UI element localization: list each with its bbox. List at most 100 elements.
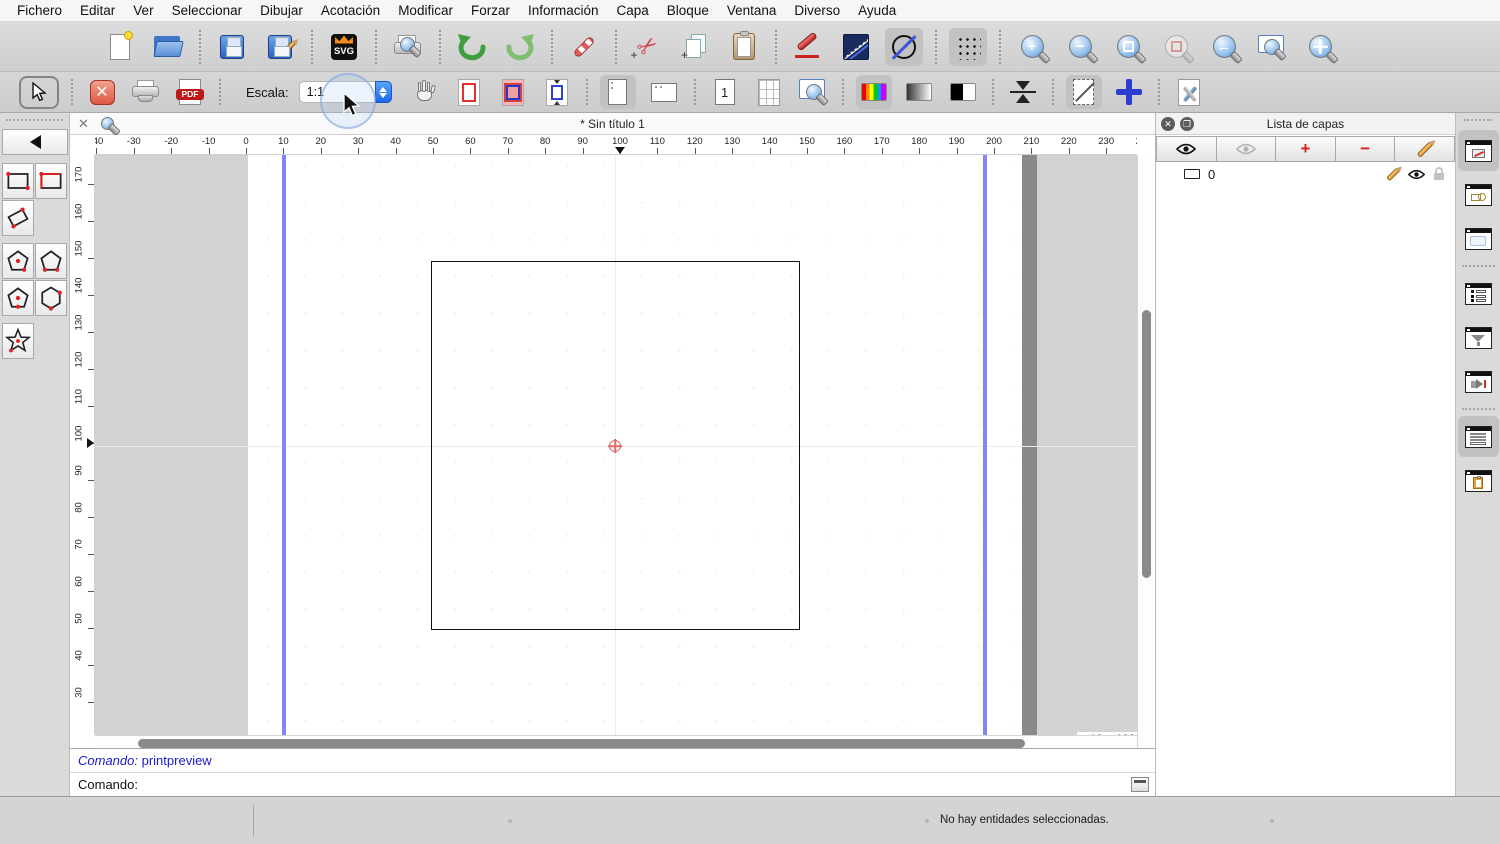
layer-edit-icon[interactable] bbox=[1386, 167, 1400, 181]
command-input[interactable]: Comando: bbox=[70, 774, 1155, 797]
redo-button[interactable] bbox=[501, 28, 539, 66]
menu-bloque[interactable]: Bloque bbox=[658, 3, 718, 18]
layer-visibility-icon[interactable] bbox=[1408, 169, 1425, 180]
dock-filter-button[interactable] bbox=[1458, 317, 1499, 358]
zoom-window-button[interactable] bbox=[1253, 28, 1291, 66]
polygon-hexagon-tool[interactable] bbox=[35, 280, 67, 316]
dock-block-list-button[interactable] bbox=[1458, 174, 1499, 215]
escala-combobox[interactable]: 1:1 bbox=[298, 81, 392, 103]
dock-drag-handle[interactable] bbox=[1464, 119, 1492, 124]
zoom-in-button[interactable]: + bbox=[1013, 28, 1051, 66]
zoom-page-button[interactable] bbox=[796, 77, 830, 107]
draw-line-button[interactable] bbox=[837, 28, 875, 66]
edit-layer-button[interactable] bbox=[1395, 136, 1455, 162]
cut-button[interactable]: ✂ + bbox=[629, 28, 667, 66]
new-document-button[interactable] bbox=[101, 28, 139, 66]
open-file-button[interactable] bbox=[149, 28, 187, 66]
multi-page-button[interactable] bbox=[752, 77, 786, 107]
menu-modificar[interactable]: Modificar bbox=[389, 3, 462, 18]
vertical-scrollbar-thumb[interactable] bbox=[1142, 310, 1151, 578]
show-all-layers-button[interactable] bbox=[1156, 136, 1217, 162]
polygon-2-vertices-tool[interactable] bbox=[35, 243, 67, 279]
dock-command-echo-button[interactable] bbox=[1458, 361, 1499, 402]
dock-command-line-button[interactable] bbox=[1457, 416, 1499, 457]
command-dock-button[interactable] bbox=[1131, 777, 1149, 792]
page-center-button[interactable] bbox=[540, 77, 574, 107]
fit-vertical-button[interactable] bbox=[1006, 77, 1040, 107]
draw-pen-button[interactable] bbox=[789, 28, 827, 66]
hide-all-layers-button[interactable] bbox=[1216, 136, 1277, 162]
page-border-button[interactable] bbox=[452, 77, 486, 107]
save-as-button[interactable] bbox=[261, 28, 299, 66]
grayscale-mode-button[interactable] bbox=[902, 77, 936, 107]
menu-fichero[interactable]: Fichero bbox=[8, 3, 71, 18]
layer-row[interactable]: 0 bbox=[1156, 163, 1455, 185]
menu-ventana[interactable]: Ventana bbox=[718, 3, 786, 18]
copy-button[interactable]: + bbox=[677, 28, 715, 66]
menu-seleccionar[interactable]: Seleccionar bbox=[163, 3, 252, 18]
color-mode-button[interactable] bbox=[855, 75, 892, 109]
draft-mode-button[interactable] bbox=[1065, 75, 1102, 109]
panel-close-icon[interactable]: ✕ bbox=[1161, 117, 1175, 131]
export-pdf-button[interactable]: PDF bbox=[173, 77, 207, 107]
menu-editar[interactable]: Editar bbox=[71, 3, 124, 18]
zoom-auto-button[interactable] bbox=[1109, 28, 1147, 66]
star-tool[interactable] bbox=[2, 323, 34, 359]
horizontal-scrollbar-thumb[interactable] bbox=[138, 738, 1025, 748]
save-button[interactable] bbox=[213, 28, 251, 66]
menu-forzar[interactable]: Forzar bbox=[462, 3, 519, 18]
blackwhite-mode-button[interactable] bbox=[946, 77, 980, 107]
zoom-selection-icon bbox=[1164, 35, 1188, 58]
palette-drag-handle[interactable] bbox=[6, 119, 63, 125]
orientation-portrait-button[interactable] bbox=[599, 75, 636, 109]
escala-value[interactable]: 1:1 bbox=[298, 81, 375, 103]
horizontal-scrollbar[interactable] bbox=[95, 735, 1137, 749]
layer-lock-icon[interactable] bbox=[1433, 167, 1445, 181]
menu-diverso[interactable]: Diverso bbox=[785, 3, 849, 18]
menu-ver[interactable]: Ver bbox=[124, 3, 162, 18]
paste-button[interactable] bbox=[725, 28, 763, 66]
polygon-center-side-tool[interactable] bbox=[2, 280, 34, 316]
add-layer-button[interactable]: + bbox=[1276, 136, 1336, 162]
dock-library-browser-button[interactable] bbox=[1458, 218, 1499, 259]
dock-clipboard-button[interactable] bbox=[1458, 460, 1499, 501]
menu-capa[interactable]: Capa bbox=[608, 3, 658, 18]
escala-stepper[interactable] bbox=[374, 81, 392, 103]
orientation-landscape-button[interactable] bbox=[646, 75, 682, 109]
delete-entities-button[interactable] bbox=[565, 28, 603, 66]
close-print-preview-button[interactable]: ✕ bbox=[85, 77, 119, 107]
draw-circle-button[interactable] bbox=[885, 27, 923, 66]
back-button[interactable] bbox=[2, 129, 68, 155]
menu-acotación[interactable]: Acotación bbox=[312, 3, 389, 18]
undo-button[interactable] bbox=[453, 28, 491, 66]
previous-view-button[interactable]: ← bbox=[1205, 28, 1243, 66]
menu-ayuda[interactable]: Ayuda bbox=[849, 3, 905, 18]
remove-layer-button[interactable]: − bbox=[1335, 136, 1396, 162]
zoom-selection-button[interactable] bbox=[1157, 28, 1195, 66]
print-preview-button[interactable] bbox=[389, 28, 427, 66]
menu-dibujar[interactable]: Dibujar bbox=[251, 3, 312, 18]
crosshair-plus-button[interactable] bbox=[1112, 77, 1146, 107]
command-echo-dock-icon bbox=[1464, 370, 1492, 393]
dock-layer-list-button[interactable] bbox=[1457, 130, 1499, 171]
grid-toggle-button[interactable] bbox=[949, 27, 987, 66]
zoom-out-button[interactable]: − bbox=[1061, 28, 1099, 66]
panel-float-icon[interactable]: ❐ bbox=[1180, 117, 1194, 131]
page-fit-button[interactable] bbox=[496, 77, 530, 107]
print-button[interactable] bbox=[129, 77, 163, 107]
polygon-center-vertex-tool[interactable] bbox=[2, 243, 34, 279]
rectangle-rotated-tool[interactable] bbox=[2, 200, 34, 236]
dock-entity-list-button[interactable] bbox=[1458, 273, 1499, 314]
select-pointer-button[interactable] bbox=[19, 75, 59, 109]
hruler-tick bbox=[1106, 148, 1108, 154]
single-page-button[interactable]: 1 bbox=[708, 77, 742, 107]
pan-zoom-button[interactable] bbox=[1301, 28, 1339, 66]
rectangle-3-points-tool[interactable] bbox=[35, 163, 67, 199]
settings-button[interactable] bbox=[1172, 77, 1206, 107]
rectangle-2-corners-tool[interactable] bbox=[2, 163, 34, 199]
drawing-canvas[interactable] bbox=[95, 155, 1137, 735]
pan-hand-button[interactable] bbox=[408, 77, 442, 107]
menu-información[interactable]: Información bbox=[519, 3, 608, 18]
export-svg-button[interactable]: SVG bbox=[325, 28, 363, 66]
vertical-scrollbar[interactable] bbox=[1137, 155, 1155, 749]
